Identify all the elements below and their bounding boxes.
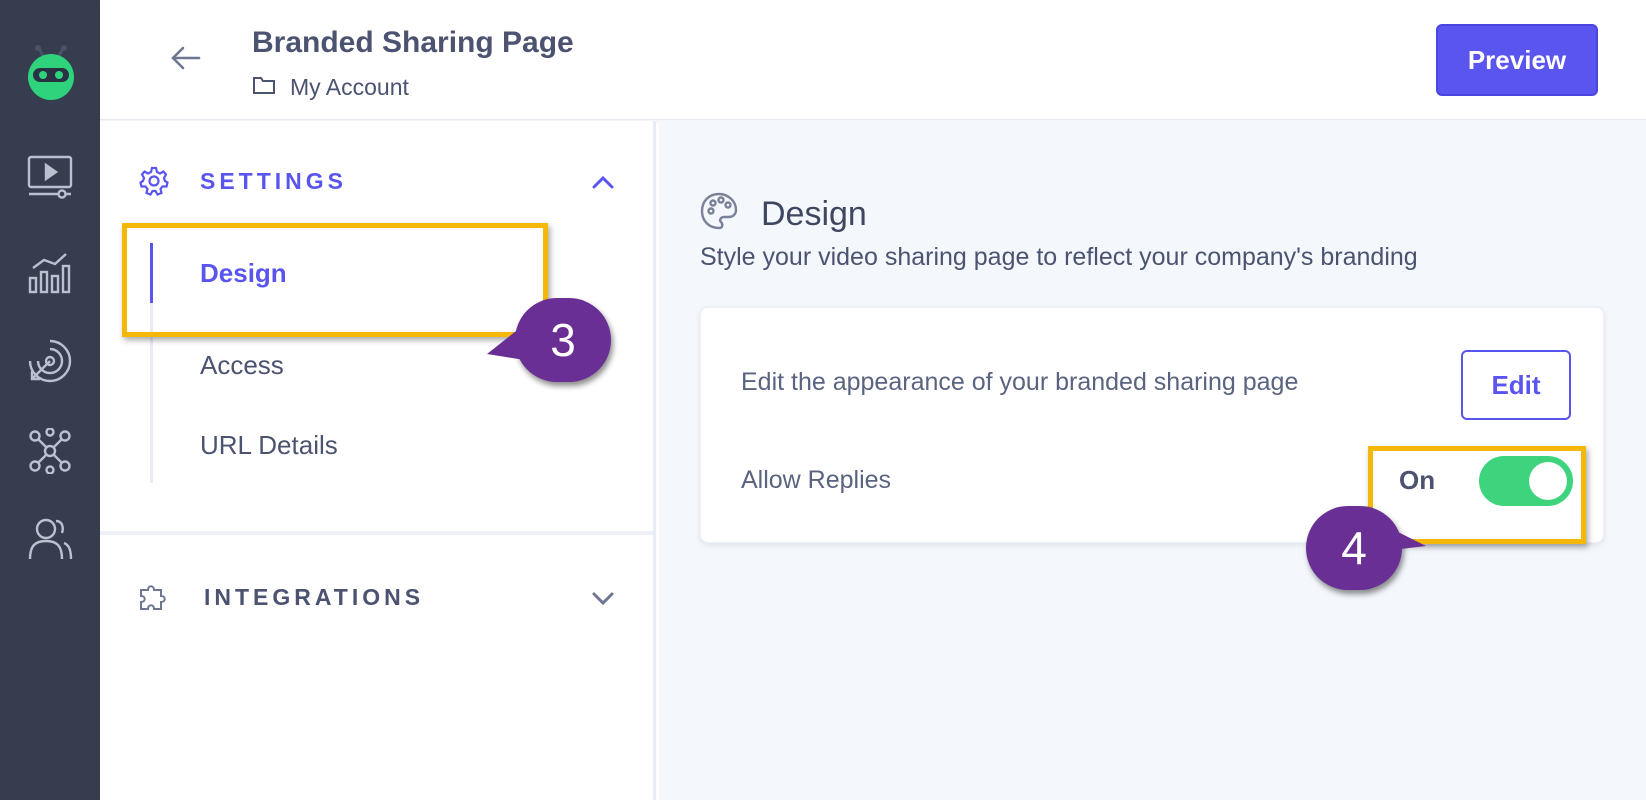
preview-button[interactable]: Preview <box>1436 24 1598 96</box>
gear-icon <box>138 165 170 197</box>
page-title: Branded Sharing Page <box>252 26 574 59</box>
video-library-icon[interactable] <box>25 152 75 202</box>
integrations-section-label: INTEGRATIONS <box>204 583 425 610</box>
toggle-state-label: On <box>1399 465 1436 495</box>
settings-section-label: SETTINGS <box>200 167 348 194</box>
toggle-knob <box>1529 462 1567 500</box>
design-panel: Design Style your video sharing page to … <box>659 121 1646 800</box>
target-icon[interactable] <box>25 336 75 386</box>
allow-replies-toggle[interactable] <box>1479 456 1573 506</box>
folder-icon <box>252 75 276 100</box>
logo-icon[interactable] <box>25 44 77 102</box>
settings-section-header[interactable]: SETTINGS <box>100 151 653 211</box>
section-subtitle: Style your video sharing page to reflect… <box>700 243 1418 271</box>
step-number-4: 4 <box>1341 522 1367 574</box>
sidebar-item-url-details[interactable]: URL Details <box>153 415 533 475</box>
palette-icon <box>699 191 739 231</box>
allow-replies-label: Allow Replies <box>741 466 892 494</box>
integrations-section-header[interactable]: INTEGRATIONS <box>100 567 653 627</box>
design-settings-card: Edit the appearance of your branded shar… <box>700 307 1604 543</box>
sidebar-item-access[interactable]: Access <box>153 335 533 395</box>
integrations-hub-icon[interactable] <box>25 426 75 476</box>
settings-sidebar: SETTINGS Design Access URL Details INTEG… <box>100 121 656 800</box>
section-divider <box>100 531 653 535</box>
sidebar-item-design[interactable]: Design <box>150 243 530 303</box>
page-header: Branded Sharing Page My Account Preview <box>100 0 1646 120</box>
chevron-up-icon[interactable] <box>590 169 616 195</box>
edit-button[interactable]: Edit <box>1461 350 1571 420</box>
analytics-icon[interactable] <box>25 246 75 296</box>
breadcrumb[interactable]: My Account <box>252 74 409 101</box>
app-rail <box>0 0 100 800</box>
team-icon[interactable] <box>25 514 75 564</box>
step-marker-4: 4 <box>1306 506 1426 590</box>
step-marker-3: 3 <box>487 298 611 382</box>
step-number-3: 3 <box>550 314 576 366</box>
edit-appearance-text: Edit the appearance of your branded shar… <box>741 368 1299 396</box>
puzzle-icon <box>138 581 170 613</box>
back-arrow-icon[interactable] <box>165 38 205 78</box>
section-title: Design <box>761 195 867 233</box>
chevron-down-icon[interactable] <box>590 585 616 611</box>
breadcrumb-label: My Account <box>290 74 409 100</box>
